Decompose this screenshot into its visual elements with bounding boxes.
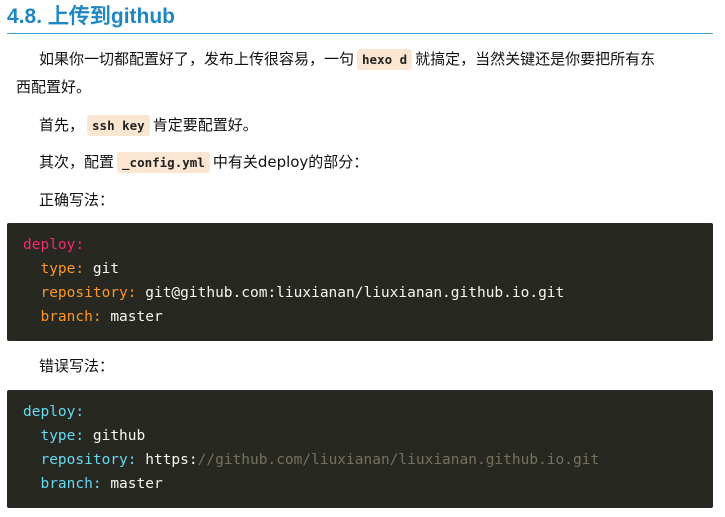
wrong-label-text: 错误写法：	[39, 357, 115, 375]
code-line-deploy: deploy:	[23, 400, 697, 424]
inline-code-config-yml: _config.yml	[117, 152, 210, 173]
code-line-branch: branch: master	[23, 472, 697, 496]
correct-label: 正确写法：	[39, 186, 709, 214]
code-line-type: type: github	[23, 424, 697, 448]
intro-paragraph-line1: 如果你一切都配置好了，发布上传很容易，一句 hexo d 就搞定，当然关键还是你要把…	[39, 45, 709, 74]
first-paragraph: 首先， ssh key 肯定要配置好。	[39, 111, 709, 140]
yaml-key-type: type:	[40, 428, 85, 444]
code-block-wrong: deploy: type: github repository: https:/…	[7, 390, 713, 508]
second-text-2: 中有关deploy的部分：	[212, 153, 369, 171]
second-paragraph: 其次，配置 _config.yml 中有关deploy的部分：	[39, 148, 709, 177]
yaml-value-repository-scheme: https:	[145, 452, 198, 468]
yaml-key-repository: repository:	[40, 285, 137, 301]
wrong-label: 错误写法：	[39, 352, 709, 380]
yaml-key-deploy: deploy:	[23, 237, 85, 253]
yaml-key-type: type:	[40, 261, 85, 277]
yaml-value-type: git	[92, 261, 120, 277]
section-heading: 4.8. 上传到github	[7, 2, 713, 34]
inline-code-ssh-key: ssh key	[87, 115, 150, 136]
yaml-key-deploy: deploy:	[23, 404, 85, 420]
code-line-deploy: deploy:	[23, 233, 697, 257]
code-block-correct: deploy: type: git repository: git@github…	[7, 223, 713, 341]
yaml-value-branch: master	[110, 309, 163, 325]
inline-code-hexo-d: hexo d	[357, 49, 413, 70]
yaml-value-branch: master	[110, 476, 163, 492]
intro-text-2: 就搞定，当然关键还是你要把所有东	[415, 50, 656, 68]
second-text-1: 其次，配置	[39, 153, 115, 171]
code-line-repository: repository: https://github.com/liuxianan…	[23, 448, 697, 472]
yaml-value-repository: git@github.com:liuxianan/liuxianan.githu…	[145, 285, 565, 301]
code-line-repository: repository: git@github.com:liuxianan/liu…	[23, 281, 697, 305]
intro-text-3: 西配置好。	[16, 78, 92, 96]
yaml-key-branch: branch:	[40, 309, 102, 325]
yaml-value-repository-comment: //github.com/liuxianan/liuxianan.github.…	[197, 452, 600, 468]
first-text-1: 首先，	[39, 116, 85, 134]
yaml-value-type: github	[92, 428, 146, 444]
yaml-key-repository: repository:	[40, 452, 137, 468]
code-line-type: type: git	[23, 257, 697, 281]
intro-text-1: 如果你一切都配置好了，发布上传很容易，一句	[39, 50, 355, 68]
intro-paragraph-line2: 西配置好。	[16, 73, 686, 101]
section-title: 4.8. 上传到github	[7, 5, 175, 28]
first-text-2: 肯定要配置好。	[152, 116, 258, 134]
code-line-branch: branch: master	[23, 305, 697, 329]
correct-label-text: 正确写法：	[39, 191, 115, 209]
yaml-key-branch: branch:	[40, 476, 102, 492]
